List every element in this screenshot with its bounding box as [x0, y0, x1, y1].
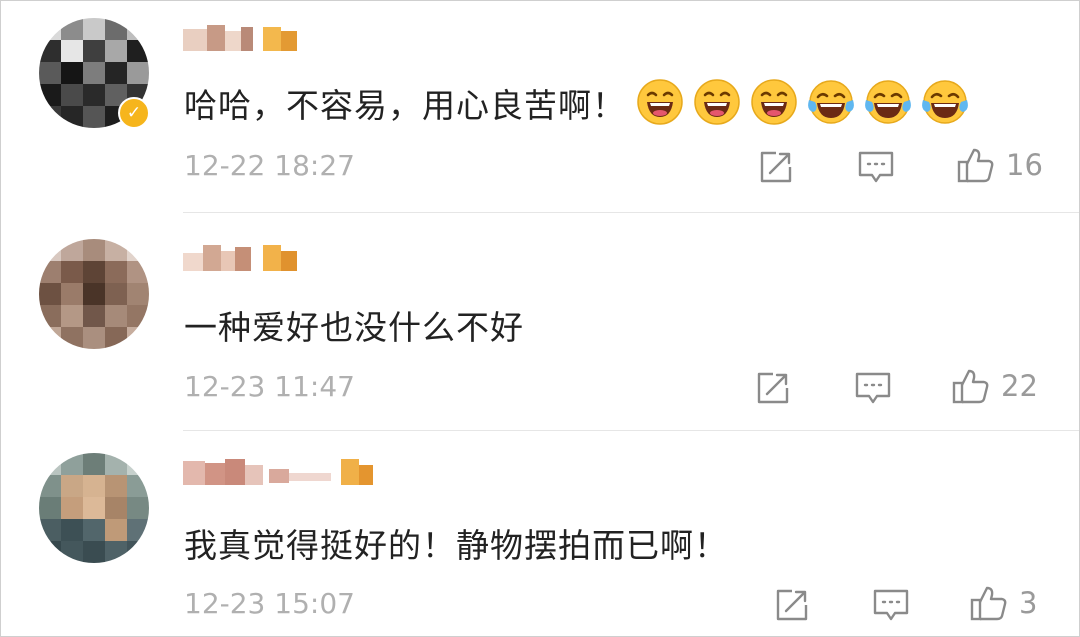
comment-timestamp: 12-22 18:27: [184, 149, 355, 182]
like-count: 3: [1019, 586, 1038, 620]
avatar[interactable]: [39, 453, 149, 563]
comment-list: ✓ 哈哈，不容易，用心良苦啊！ 12-22 18:27 16 一种爱好也没什么不…: [0, 0, 1080, 637]
laughing-emoji-icon: [751, 79, 797, 125]
comment-text: 哈哈，不容易，用心良苦啊！: [184, 86, 626, 125]
comment-timestamp: 12-23 15:07: [184, 587, 355, 620]
thumbs-up-icon: [970, 586, 1007, 621]
comment-text: 我真觉得挺好的！静物摆拍而已啊！: [184, 526, 728, 565]
comment-timestamp: 12-23 11:47: [184, 370, 355, 403]
like-count: 16: [1006, 148, 1043, 182]
comment-text: 一种爱好也没什么不好: [184, 308, 524, 347]
share-icon[interactable]: [753, 368, 793, 408]
reply-icon[interactable]: [871, 585, 911, 625]
tears-of-joy-emoji-icon: [922, 80, 968, 124]
verified-badge-icon: ✓: [118, 97, 150, 129]
like-button[interactable]: 22: [951, 366, 1038, 406]
comment-item: 我真觉得挺好的！静物摆拍而已啊！ 12-23 15:07 3: [1, 431, 1079, 636]
laughing-emoji-icon: [637, 79, 683, 125]
like-button[interactable]: 16: [956, 145, 1043, 185]
reply-icon[interactable]: [856, 147, 896, 187]
avatar[interactable]: [39, 239, 149, 349]
share-icon[interactable]: [772, 585, 812, 625]
laughing-emoji-icon: [694, 79, 740, 125]
share-icon[interactable]: [756, 147, 796, 187]
username-pixelated[interactable]: [183, 457, 383, 491]
like-button[interactable]: 3: [969, 583, 1037, 623]
thumbs-up-icon: [952, 369, 989, 404]
username-pixelated[interactable]: [183, 23, 303, 57]
reply-icon[interactable]: [853, 368, 893, 408]
thumbs-up-icon: [957, 148, 994, 183]
tears-of-joy-emoji-icon: [808, 80, 854, 124]
username-pixelated[interactable]: [183, 243, 303, 277]
emoji-row: [636, 78, 969, 126]
comment-item: ✓ 哈哈，不容易，用心良苦啊！ 12-22 18:27 16: [1, 1, 1079, 213]
comment-item: 一种爱好也没什么不好 12-23 11:47 22: [1, 213, 1079, 431]
tears-of-joy-emoji-icon: [865, 80, 911, 124]
like-count: 22: [1001, 369, 1038, 403]
